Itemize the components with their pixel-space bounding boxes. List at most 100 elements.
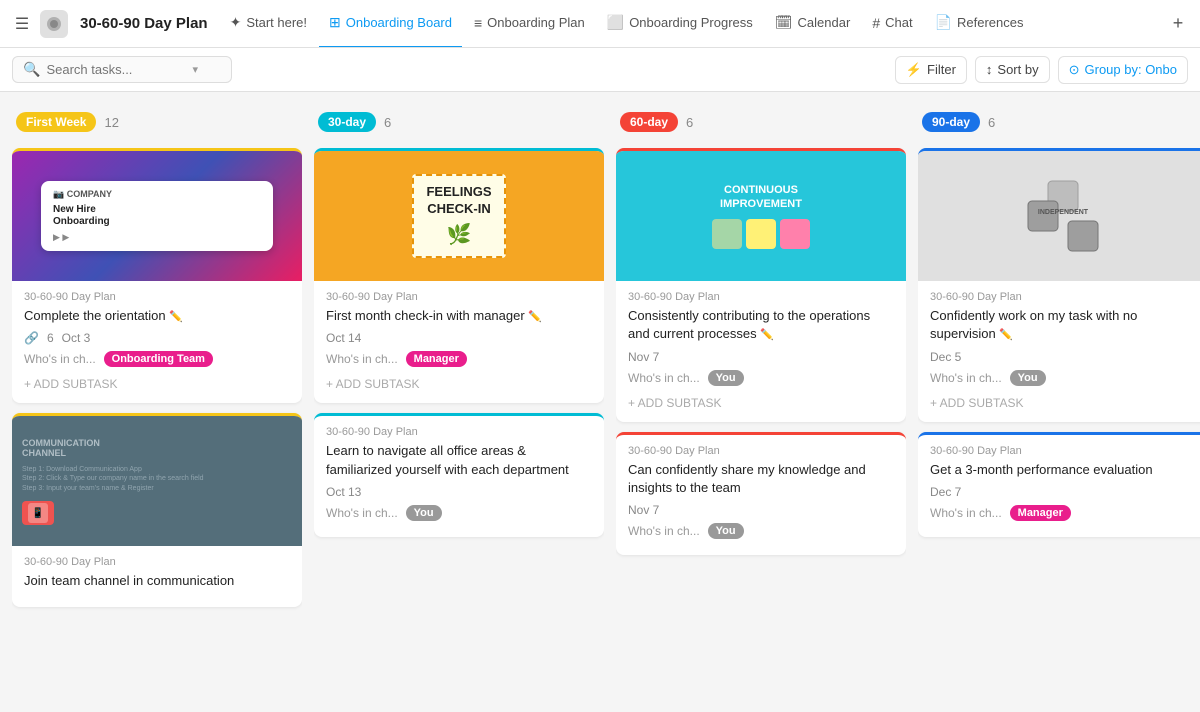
chat-icon: # xyxy=(872,15,880,31)
card-meta: Nov 7 xyxy=(628,503,894,517)
task-card[interactable]: 30-60-90 Day PlanLearn to navigate all o… xyxy=(314,413,604,536)
sort-icon: ↕ xyxy=(986,62,993,77)
assignee-label: Who's in ch... xyxy=(628,371,700,385)
filter-button[interactable]: ⚡ Filter xyxy=(895,56,967,84)
due-date: Dec 7 xyxy=(930,485,961,499)
card-body: 30-60-90 Day PlanGet a 3-month performan… xyxy=(918,435,1200,537)
col-header-30-day: 30-day6 xyxy=(314,104,604,140)
card-body: 30-60-90 Day Plan First month check-in wi… xyxy=(314,281,604,403)
card-title: Join team channel in communication xyxy=(24,572,290,590)
card-breadcrumb: 30-60-90 Day Plan xyxy=(24,556,290,568)
card-assignee: Who's in ch... Onboarding Team xyxy=(24,351,290,367)
edit-icon[interactable]: ✏️ xyxy=(528,311,542,323)
plan-icon: ≡ xyxy=(474,15,482,31)
edit-icon[interactable]: ✏️ xyxy=(999,329,1013,341)
add-subtask-button[interactable]: + ADD SUBTASK xyxy=(930,392,1196,412)
search-dropdown-icon[interactable]: ▾ xyxy=(192,63,198,76)
tab-onboarding-progress[interactable]: ⬜ Onboarding Progress xyxy=(597,0,763,48)
group-button[interactable]: ⊙ Group by: Onbo xyxy=(1058,56,1188,84)
task-card[interactable]: 📷 COMPANY New HireOnboarding ▶ ▶ 30-60-9… xyxy=(12,148,302,403)
nav-more-button[interactable]: + xyxy=(1164,10,1192,38)
card-title: Can confidently share my knowledge and i… xyxy=(628,461,894,497)
card-breadcrumb: 30-60-90 Day Plan xyxy=(930,445,1196,457)
column-60-day: 60-day6 CONTINUOUSIMPROVEMENT 30-60-90 D… xyxy=(616,104,906,700)
svg-text:INDEPENDENT: INDEPENDENT xyxy=(1038,209,1089,216)
tab-progress-label: Onboarding Progress xyxy=(629,15,753,30)
column-90-day: 90-day6 INDEPENDENT 30-60-90 Day Plan Con… xyxy=(918,104,1200,700)
card-title: First month check-in with manager ✏️ xyxy=(326,307,592,325)
add-subtask-button[interactable]: + ADD SUBTASK xyxy=(24,373,290,393)
col-header-90-day: 90-day6 xyxy=(918,104,1200,140)
search-input[interactable] xyxy=(46,62,186,77)
edit-icon[interactable]: ✏️ xyxy=(169,311,183,323)
assignee-badge: Manager xyxy=(406,351,467,367)
task-card[interactable]: 30-60-90 Day Plan Can confidently share m… xyxy=(616,432,906,555)
page-title: 30-60-90 Day Plan xyxy=(80,15,208,32)
edit-icon[interactable]: ✏️ xyxy=(760,329,774,341)
card-meta: 🔗6Oct 3 xyxy=(24,331,290,345)
col-header-60-day: 60-day6 xyxy=(616,104,906,140)
assignee-badge: You xyxy=(708,370,744,386)
assignee-label: Who's in ch... xyxy=(326,352,398,366)
card-breadcrumb: 30-60-90 Day Plan xyxy=(326,291,592,303)
tab-calendar-label: Calendar xyxy=(798,15,851,30)
task-card[interactable]: 30-60-90 Day PlanGet a 3-month performan… xyxy=(918,432,1200,537)
due-date: Nov 7 xyxy=(628,350,659,364)
task-card[interactable]: INDEPENDENT 30-60-90 Day Plan Confidently… xyxy=(918,148,1200,422)
search-box[interactable]: 🔍 ▾ xyxy=(12,56,232,83)
card-breadcrumb: 30-60-90 Day Plan xyxy=(628,445,894,457)
due-date: Dec 5 xyxy=(930,350,961,364)
add-subtask-button[interactable]: + ADD SUBTASK xyxy=(326,373,592,393)
search-icon: 🔍 xyxy=(23,61,40,78)
due-date: Nov 7 xyxy=(628,503,659,517)
assignee-label: Who's in ch... xyxy=(930,506,1002,520)
toolbar: 🔍 ▾ ⚡ Filter ↕ Sort by ⊙ Group by: Onbo xyxy=(0,48,1200,92)
app-logo xyxy=(40,10,68,38)
tab-start[interactable]: ✦ Start here! xyxy=(220,0,317,48)
tab-references-label: References xyxy=(957,15,1023,30)
col-badge-30-day: 30-day xyxy=(318,112,376,132)
sort-button[interactable]: ↕ Sort by xyxy=(975,56,1050,83)
card-assignee: Who's in ch... You xyxy=(628,370,894,386)
tab-onboarding-plan[interactable]: ≡ Onboarding Plan xyxy=(464,0,595,48)
task-card[interactable]: COMMUNICATIONCHANNEL Step 1: Download Co… xyxy=(12,413,302,606)
card-meta: Dec 7 xyxy=(930,485,1196,499)
card-assignee: Who's in ch... Manager xyxy=(326,351,592,367)
assignee-badge: Onboarding Team xyxy=(104,351,213,367)
card-assignee: Who's in ch...You xyxy=(326,505,592,521)
col-badge-first-week: First Week xyxy=(16,112,96,132)
progress-icon: ⬜ xyxy=(607,14,624,31)
card-body: 30-60-90 Day Plan Confidently work on my … xyxy=(918,281,1200,422)
card-title: Confidently work on my task with no supe… xyxy=(930,307,1196,344)
group-icon: ⊙ xyxy=(1069,62,1080,78)
hamburger-menu[interactable]: ☰ xyxy=(8,10,36,38)
card-breadcrumb: 30-60-90 Day Plan xyxy=(930,291,1196,303)
card-assignee: Who's in ch...You xyxy=(930,370,1196,386)
card-body: 30-60-90 Day Plan Can confidently share m… xyxy=(616,435,906,555)
card-title: Learn to navigate all office areas & fam… xyxy=(326,442,592,478)
card-assignee: Who's in ch...Manager xyxy=(930,505,1196,521)
card-title: Complete the orientation ✏️ xyxy=(24,307,290,325)
task-card[interactable]: CONTINUOUSIMPROVEMENT 30-60-90 Day PlanC… xyxy=(616,148,906,422)
assignee-badge: You xyxy=(708,523,744,539)
task-card[interactable]: FEELINGSCHECK-IN 🌿 30-60-90 Day PlanFirs… xyxy=(314,148,604,403)
nav-tabs: ✦ Start here! ⊞ Onboarding Board ≡ Onboa… xyxy=(220,0,1160,48)
tab-onboarding-board[interactable]: ⊞ Onboarding Board xyxy=(319,0,462,48)
subtask-count-icon: 🔗 xyxy=(24,331,39,345)
card-body: 30-60-90 Day PlanLearn to navigate all o… xyxy=(314,416,604,536)
tab-start-label: Start here! xyxy=(246,15,307,30)
sort-label: Sort by xyxy=(997,62,1038,77)
col-badge-60-day: 60-day xyxy=(620,112,678,132)
tab-references[interactable]: 📄 References xyxy=(925,0,1034,48)
card-breadcrumb: 30-60-90 Day Plan xyxy=(628,291,894,303)
col-header-first-week: First Week12 xyxy=(12,104,302,140)
col-container-first-week: 📷 COMPANY New HireOnboarding ▶ ▶ 30-60-9… xyxy=(12,148,302,712)
col-container-30-day: FEELINGSCHECK-IN 🌿 30-60-90 Day PlanFirs… xyxy=(314,148,604,712)
tab-chat[interactable]: # Chat xyxy=(862,0,922,48)
tab-calendar[interactable]: 🗓 Calendar xyxy=(765,0,861,48)
col-count-90-day: 6 xyxy=(988,115,995,130)
assignee-label: Who's in ch... xyxy=(24,352,96,366)
tab-plan-label: Onboarding Plan xyxy=(487,15,585,30)
add-subtask-button[interactable]: + ADD SUBTASK xyxy=(628,392,894,412)
start-icon: ✦ xyxy=(230,14,242,31)
